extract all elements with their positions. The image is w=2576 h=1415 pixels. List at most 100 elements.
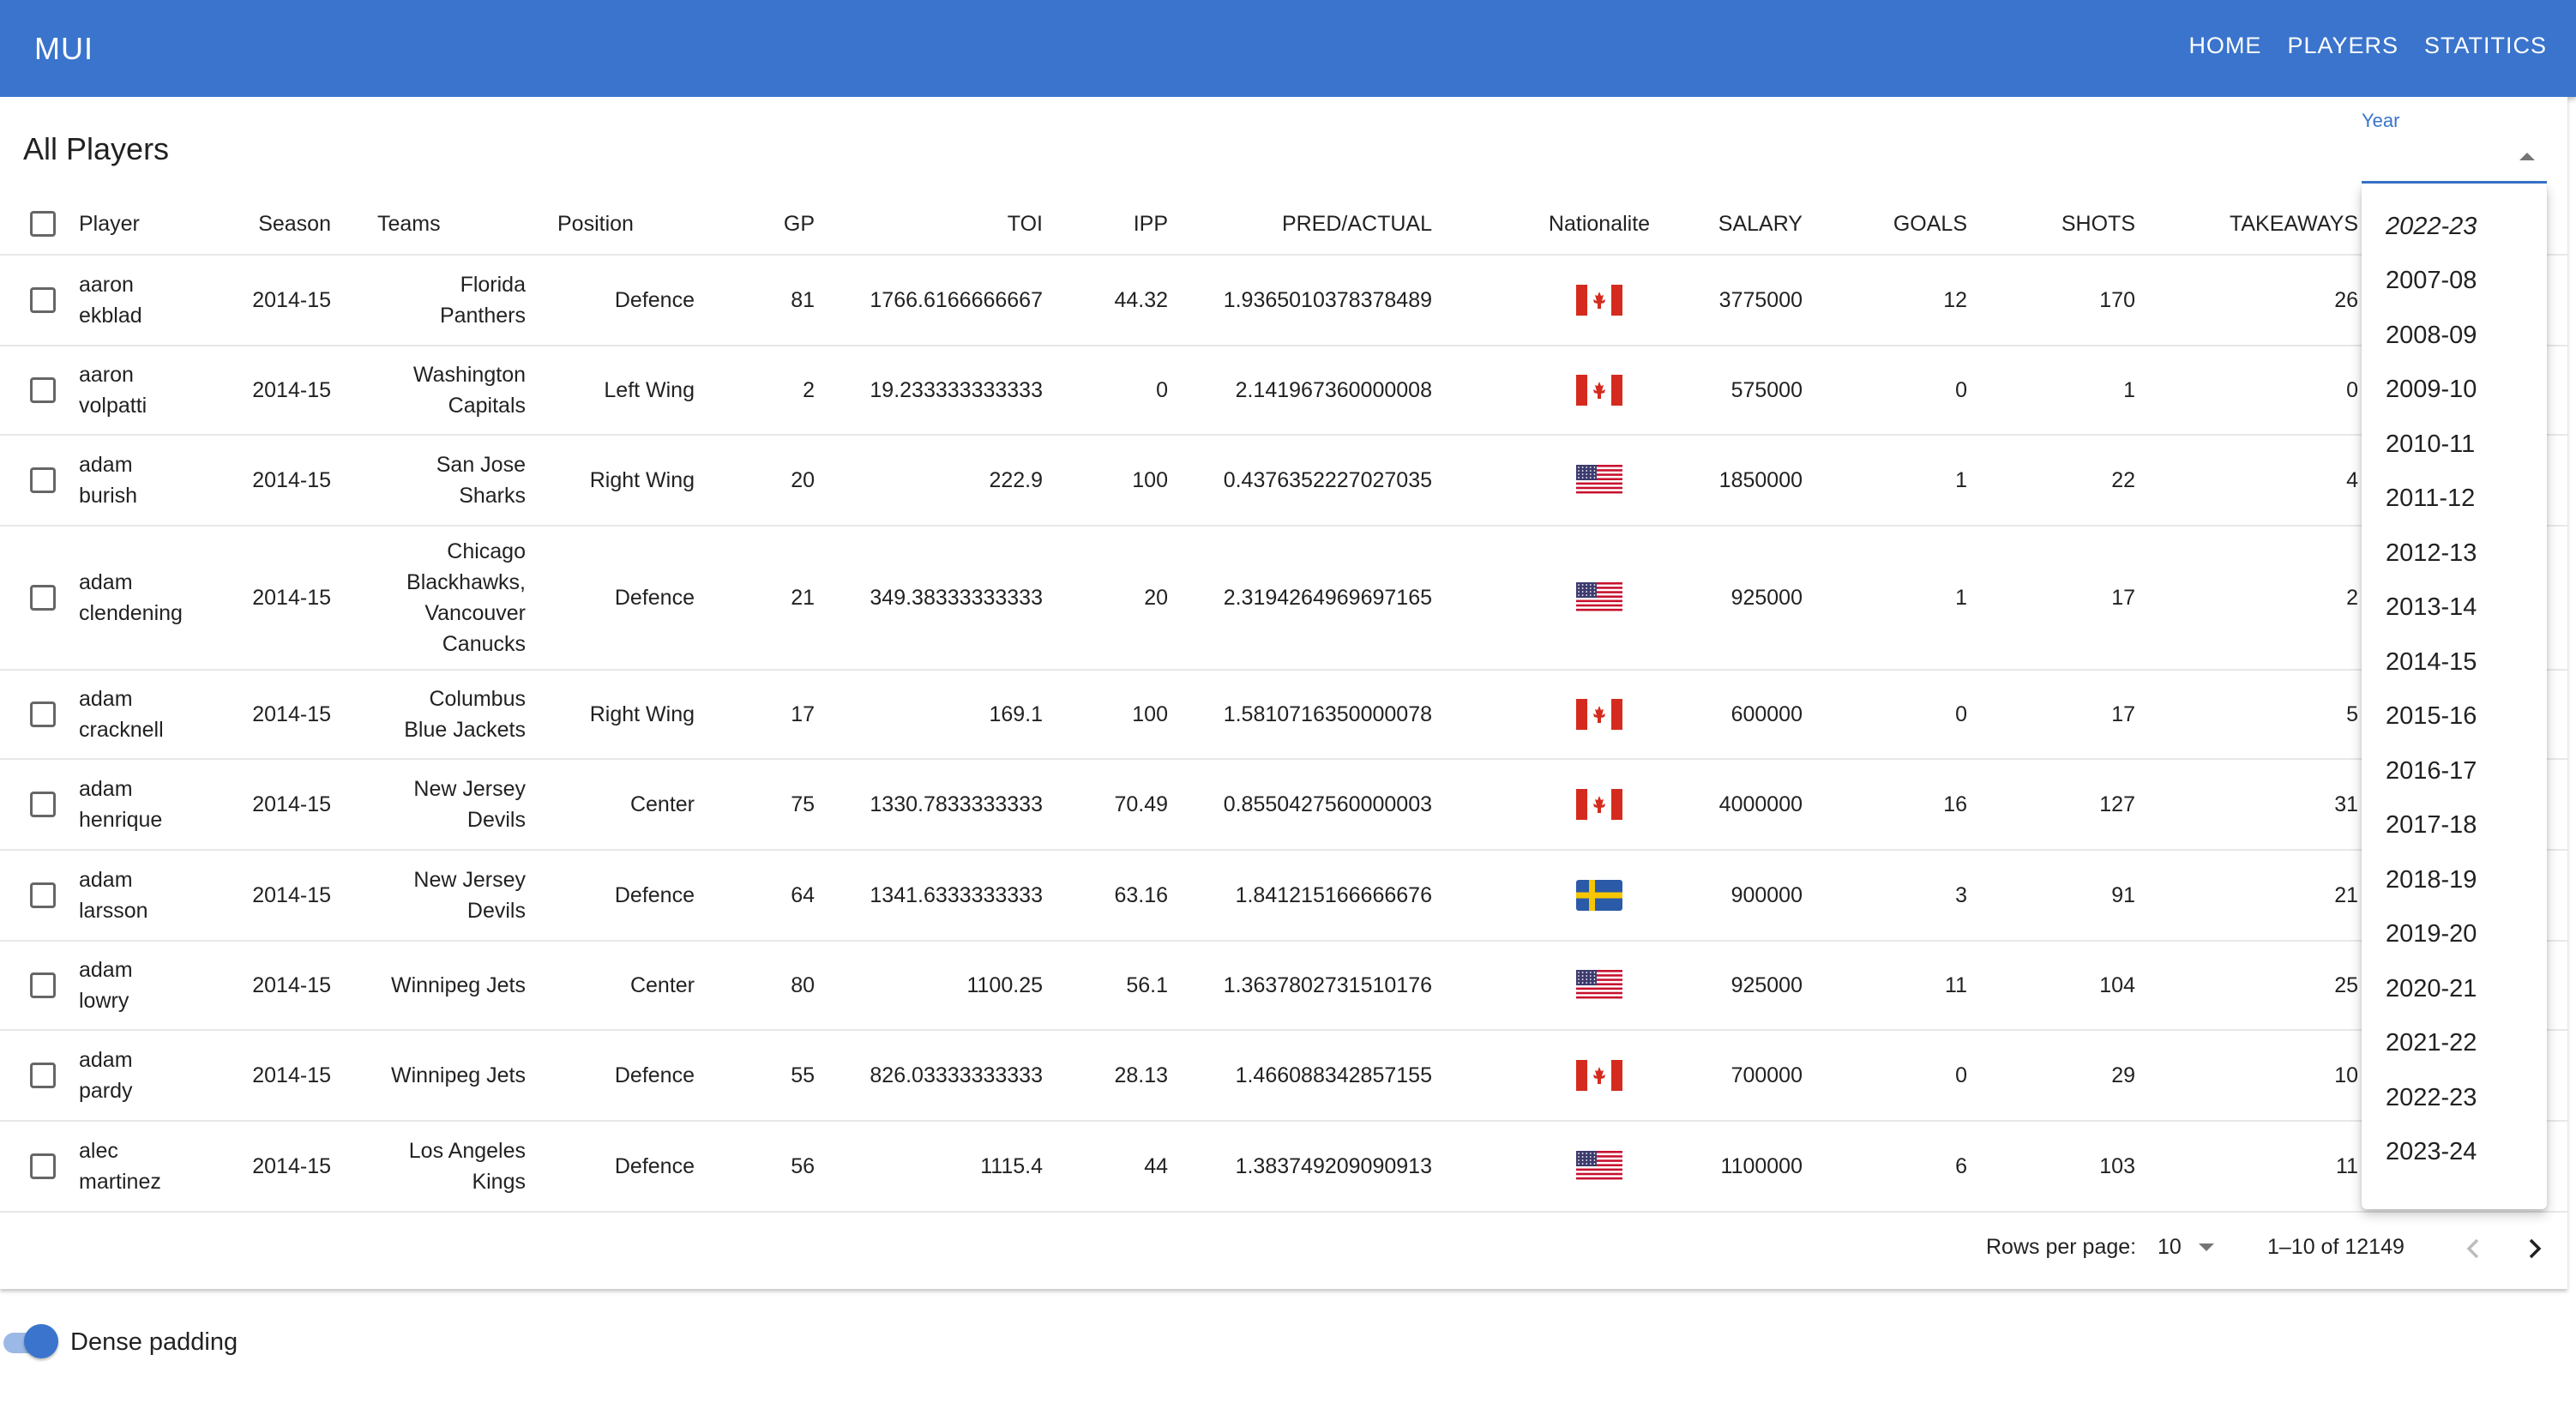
column-header-gp[interactable]: GP xyxy=(737,194,815,254)
column-header-label: GP xyxy=(783,212,815,236)
cell-line: Los Angeles xyxy=(408,1139,526,1163)
column-header-takeaways[interactable]: TAKEAWAYS xyxy=(2144,194,2358,254)
row-select-cell xyxy=(26,851,60,940)
cell-position: Left Wing xyxy=(557,346,695,434)
cell-goals: 1 xyxy=(1818,527,1967,669)
column-header-ipp[interactable]: IPP xyxy=(1055,194,1168,254)
nav-home[interactable]: HOME xyxy=(2188,33,2261,59)
row-checkbox[interactable] xyxy=(30,701,56,727)
year-option[interactable]: 2007-08 xyxy=(2362,254,2547,309)
cell-pred-actual: 1.841215166666676 xyxy=(1183,851,1432,940)
row-select-cell xyxy=(26,256,60,345)
cell-teams: New Jersey Devils xyxy=(377,760,526,849)
table-row[interactable]: adam clendening 2014-15 Chicago Blackhawks, V… xyxy=(0,527,2567,671)
cell-lines: Chicago Blackhawks, Vancouver Canucks xyxy=(406,536,526,659)
table-row[interactable]: adam cracknell 2014-15 Columbus Blue Jackets… xyxy=(0,671,2567,760)
year-option[interactable]: 2016-17 xyxy=(2362,744,2547,798)
select-all-checkbox[interactable] xyxy=(30,211,56,237)
column-header-pred-actual[interactable]: PRED/ACTUAL xyxy=(1183,194,1432,254)
column-header-nationality[interactable]: Nationalite xyxy=(1509,194,1689,254)
row-checkbox[interactable] xyxy=(30,287,56,313)
cell-line: New Jersey xyxy=(413,868,526,892)
table-row[interactable]: adam burish 2014-15 San Jose Sharks Right Win… xyxy=(0,436,2567,527)
cell-goals: 0 xyxy=(1818,346,1967,434)
cell-value: 21 xyxy=(2334,883,2358,907)
cell-lines: alec martinez xyxy=(79,1135,161,1197)
row-checkbox[interactable] xyxy=(30,467,56,493)
cell-value: Defence xyxy=(614,288,695,312)
column-header-player[interactable]: Player xyxy=(79,194,208,254)
cell-line: pardy xyxy=(79,1079,133,1103)
year-option[interactable]: 2013-14 xyxy=(2362,581,2547,635)
row-checkbox[interactable] xyxy=(30,792,56,817)
year-option[interactable]: 2015-16 xyxy=(2362,689,2547,744)
next-page-button[interactable] xyxy=(2514,1228,2555,1269)
dense-padding-switch[interactable] xyxy=(24,1324,58,1358)
cell-value: Defence xyxy=(614,1154,695,1178)
table-row[interactable]: adam henrique 2014-15 New Jersey Devils Cente… xyxy=(0,760,2567,851)
column-header-season[interactable]: Season xyxy=(197,194,331,254)
year-option[interactable]: 2008-09 xyxy=(2362,308,2547,363)
table-row[interactable]: aaron volpatti 2014-15 Washington Capitals Le… xyxy=(0,346,2567,436)
year-option[interactable]: 2023-24 xyxy=(2362,1125,2547,1180)
table-row[interactable]: adam pardy 2014-15 Winnipeg Jets Defence 55 82… xyxy=(0,1031,2567,1122)
row-checkbox[interactable] xyxy=(30,882,56,908)
cell-salary: 925000 xyxy=(1681,527,1803,669)
year-option[interactable]: 2020-21 xyxy=(2362,961,2547,1016)
column-header-shots[interactable]: SHOTS xyxy=(1981,194,2135,254)
year-option[interactable]: 2022-23 xyxy=(2362,1070,2547,1125)
nav-statistics[interactable]: STATITICS xyxy=(2424,33,2547,59)
cell-line: adam xyxy=(79,958,133,982)
table-row[interactable]: adam lowry 2014-15 Winnipeg Jets Center 80 110… xyxy=(0,942,2567,1031)
cell-takeaways: 2 xyxy=(2144,527,2358,669)
cell-line: Canucks xyxy=(442,632,526,656)
cell-value: 0 xyxy=(1955,1063,1967,1087)
year-option[interactable]: 2022-23 xyxy=(2362,199,2547,254)
cell-value: 0 xyxy=(1955,702,1967,726)
year-option[interactable]: 2012-13 xyxy=(2362,526,2547,581)
cell-line: adam xyxy=(79,453,133,477)
column-header-salary[interactable]: SALARY xyxy=(1681,194,1803,254)
year-option[interactable]: 2018-19 xyxy=(2362,852,2547,907)
cell-takeaways: 11 xyxy=(2144,1122,2358,1211)
year-option[interactable]: 2009-10 xyxy=(2362,363,2547,418)
row-checkbox[interactable] xyxy=(30,585,56,611)
cell-value: 12 xyxy=(1943,288,1967,312)
nav-players[interactable]: PLAYERS xyxy=(2287,33,2398,59)
brand-logo-text[interactable]: MUI xyxy=(34,31,93,67)
row-checkbox[interactable] xyxy=(30,377,56,403)
cell-teams: Winnipeg Jets xyxy=(377,1031,526,1120)
table-row[interactable]: alec martinez 2014-15 Los Angeles Kings Defen… xyxy=(0,1122,2567,1213)
row-checkbox[interactable] xyxy=(30,1153,56,1179)
rows-per-page-select[interactable]: 10 xyxy=(2158,1231,2218,1266)
row-checkbox[interactable] xyxy=(30,972,56,998)
table-row[interactable]: aaron ekblad 2014-15 Florida Panthers Defence… xyxy=(0,256,2567,346)
cell-goals: 16 xyxy=(1818,760,1967,849)
row-checkbox[interactable] xyxy=(30,1063,56,1088)
year-option[interactable]: 2014-15 xyxy=(2362,635,2547,689)
cell-line: clendening xyxy=(79,601,183,625)
table-row[interactable]: adam larsson 2014-15 New Jersey Devils Defenc… xyxy=(0,851,2567,942)
column-header-toi[interactable]: TOI xyxy=(823,194,1043,254)
cell-ipp: 56.1 xyxy=(1055,942,1168,1029)
year-select[interactable] xyxy=(2362,137,2547,184)
year-option[interactable]: 2011-12 xyxy=(2362,472,2547,527)
previous-page-button[interactable] xyxy=(2453,1228,2494,1269)
year-option[interactable]: 2021-22 xyxy=(2362,1016,2547,1071)
column-header-teams[interactable]: Teams xyxy=(377,194,526,254)
cell-value: 80 xyxy=(791,973,815,997)
year-option[interactable]: 2019-20 xyxy=(2362,907,2547,962)
cell-line: martinez xyxy=(79,1170,161,1194)
cell-value: 64 xyxy=(791,883,815,907)
column-header-goals[interactable]: GOALS xyxy=(1818,194,1967,254)
cell-player: adam cracknell xyxy=(79,671,208,758)
cell-season: 2014-15 xyxy=(197,256,331,345)
year-option[interactable]: 2010-11 xyxy=(2362,417,2547,472)
cell-line: Kings xyxy=(472,1170,526,1194)
cell-season: 2014-15 xyxy=(197,851,331,940)
column-header-position[interactable]: Position xyxy=(557,194,695,254)
year-option[interactable]: 2017-18 xyxy=(2362,798,2547,853)
cell-line: Sharks xyxy=(459,484,526,508)
column-header-label: TOI xyxy=(1007,212,1043,236)
cell-value: 11 xyxy=(2336,1154,2358,1178)
